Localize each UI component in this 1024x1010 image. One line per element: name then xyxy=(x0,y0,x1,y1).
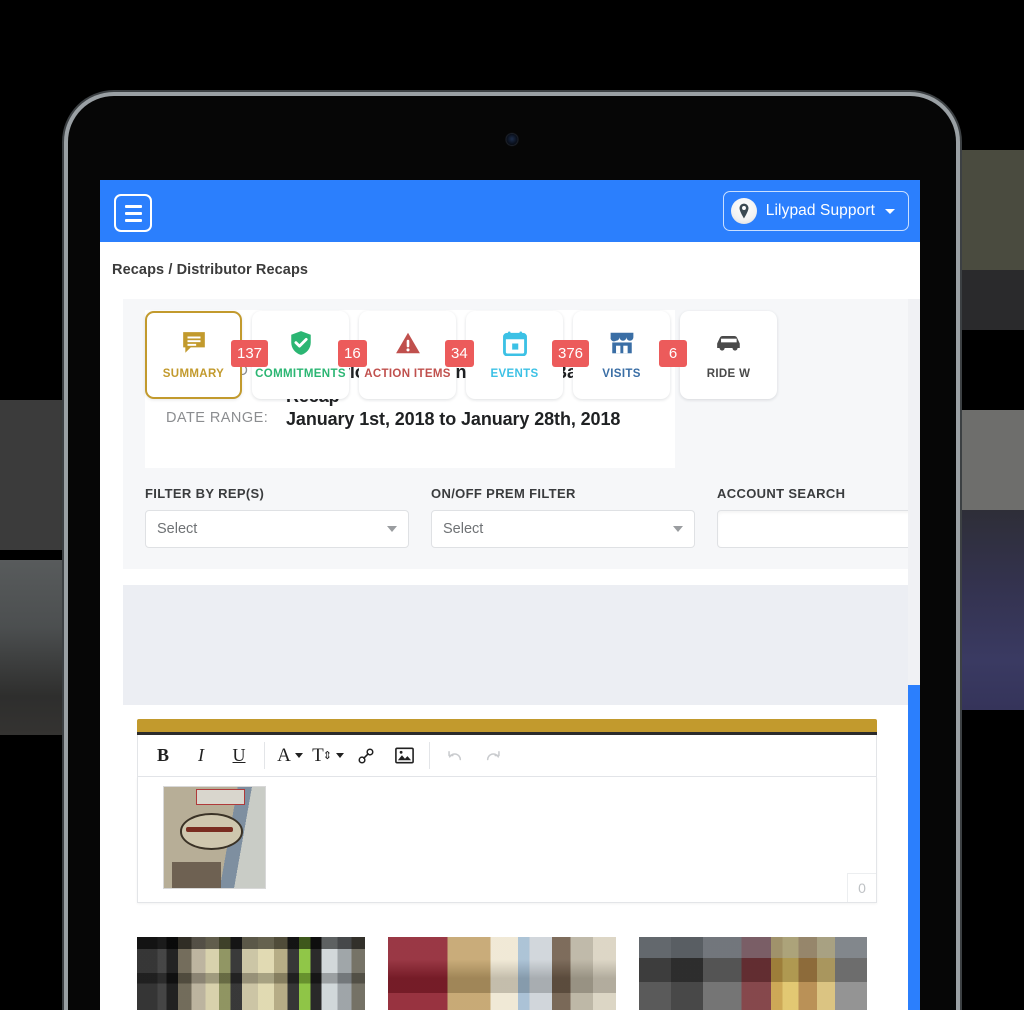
recap-editor: B I U A T ⇕ 0 xyxy=(137,719,877,903)
tab-ride-withs-badge: 6 xyxy=(659,340,687,367)
text-color-icon[interactable]: A xyxy=(271,736,309,775)
warning-triangle-icon xyxy=(395,330,421,356)
page-content: REPORT: PREPARED FOR: DATE RANGE: Market… xyxy=(100,299,920,1010)
date-range-value: January 1st, 2018 to January 28th, 2018 xyxy=(286,408,621,429)
tab-commitments-label: COMMITMENTS xyxy=(255,368,346,380)
filter-rep-group: FILTER BY REP(S) Select xyxy=(145,486,409,548)
editor-embedded-image[interactable] xyxy=(163,786,266,889)
italic-icon[interactable]: I xyxy=(182,736,220,775)
account-search-input[interactable] xyxy=(717,510,920,548)
editor-accent-bar xyxy=(137,719,877,732)
calendar-icon xyxy=(502,330,527,356)
user-pin-avatar-icon xyxy=(730,198,757,224)
tab-ride-withs[interactable]: 6 RIDE W xyxy=(659,311,777,399)
filter-row: FILTER BY REP(S) Select ON/OFF PREM FILT… xyxy=(145,486,920,548)
chevron-down-icon xyxy=(387,526,397,532)
date-range-label: DATE RANGE: xyxy=(166,409,269,426)
comment-lines-icon xyxy=(181,330,207,356)
rep-filter-select[interactable]: Select xyxy=(145,510,409,548)
account-search-label: ACCOUNT SEARCH xyxy=(717,486,846,501)
chevron-down-icon xyxy=(885,208,895,214)
editor-canvas[interactable]: 0 xyxy=(137,777,877,903)
link-chain-icon[interactable] xyxy=(347,736,385,775)
image-icon[interactable] xyxy=(385,736,423,775)
car-icon xyxy=(715,330,743,356)
bold-icon[interactable]: B xyxy=(144,736,182,775)
tab-events-label: EVENTS xyxy=(490,368,539,380)
filter-prem-label: ON/OFF PREM FILTER xyxy=(431,486,576,501)
tab-summary-label: SUMMARY xyxy=(162,368,225,380)
redo-icon[interactable] xyxy=(474,736,512,775)
tab-action-items-badge: 16 xyxy=(338,340,367,367)
filter-prem-group: ON/OFF PREM FILTER Select xyxy=(431,486,695,548)
cigar-city-brewing-photo xyxy=(164,787,265,888)
chevron-down-icon xyxy=(673,526,683,532)
tab-strip: SUMMARY 137 COMMITMENTS 16 ACTION ITEMS … xyxy=(145,311,777,399)
tab-visits[interactable]: 376 VISITS xyxy=(552,311,670,399)
background-blotch xyxy=(952,270,1024,330)
tablet-device-frame: Lilypad Support Recaps / Distributor Rec… xyxy=(68,96,956,1010)
tab-visits-label: VISITS xyxy=(602,368,641,380)
shield-check-icon xyxy=(289,330,313,356)
photo-gallery xyxy=(137,937,867,1010)
filter-rep-label: FILTER BY REP(S) xyxy=(145,486,265,501)
store-shelves-photo[interactable] xyxy=(137,937,365,1010)
history-group xyxy=(436,736,512,775)
tablet-screen: Lilypad Support Recaps / Distributor Rec… xyxy=(100,180,920,1010)
user-name-label: Lilypad Support xyxy=(765,202,875,219)
breadcrumb-bar: Recaps / Distributor Recaps xyxy=(100,242,920,299)
scrollbar-track[interactable] xyxy=(908,299,920,685)
tampa-florida-photo[interactable] xyxy=(388,937,616,1010)
tab-ride-withs-label: RIDE W xyxy=(706,368,751,380)
warehouse-display-photo[interactable] xyxy=(639,937,867,1010)
storefront-icon xyxy=(609,330,635,356)
tab-strip-background xyxy=(123,585,920,705)
account-search-group: ACCOUNT SEARCH xyxy=(717,486,920,548)
tab-summary[interactable]: SUMMARY xyxy=(145,311,242,399)
font-size-icon[interactable]: T ⇕ xyxy=(309,736,347,775)
toolbar-divider xyxy=(264,742,265,769)
insert-group: A T ⇕ xyxy=(271,736,423,775)
text-style-group: B I U xyxy=(144,736,258,775)
tab-action-items-label: ACTION ITEMS xyxy=(364,368,451,380)
screenshot-stage: Lilypad Support Recaps / Distributor Rec… xyxy=(0,0,1024,1010)
breadcrumb[interactable]: Recaps / Distributor Recaps xyxy=(112,262,308,278)
rep-filter-value: Select xyxy=(157,521,198,537)
tab-visits-badge: 376 xyxy=(552,340,590,367)
scrollbar-thumb[interactable] xyxy=(908,685,920,1010)
character-count: 0 xyxy=(847,873,876,902)
tab-commitments[interactable]: 137 COMMITMENTS xyxy=(231,311,349,399)
prem-filter-select[interactable]: Select xyxy=(431,510,695,548)
user-account-dropdown[interactable]: Lilypad Support xyxy=(722,191,909,231)
prem-filter-value: Select xyxy=(443,521,484,537)
tab-events-badge: 34 xyxy=(445,340,474,367)
toolbar-divider xyxy=(429,742,430,769)
underline-icon[interactable]: U xyxy=(220,736,258,775)
background-blotch xyxy=(952,150,1024,270)
undo-icon[interactable] xyxy=(436,736,474,775)
editor-toolbar: B I U A T ⇕ xyxy=(137,735,877,777)
background-blotch xyxy=(0,400,78,550)
hamburger-menu-icon[interactable] xyxy=(114,194,152,232)
tab-events[interactable]: 34 EVENTS xyxy=(445,311,563,399)
tab-action-items[interactable]: 16 ACTION ITEMS xyxy=(338,311,456,399)
front-camera-icon xyxy=(506,134,518,145)
tab-commitments-badge: 137 xyxy=(231,340,269,367)
app-header-bar: Lilypad Support xyxy=(100,180,920,242)
